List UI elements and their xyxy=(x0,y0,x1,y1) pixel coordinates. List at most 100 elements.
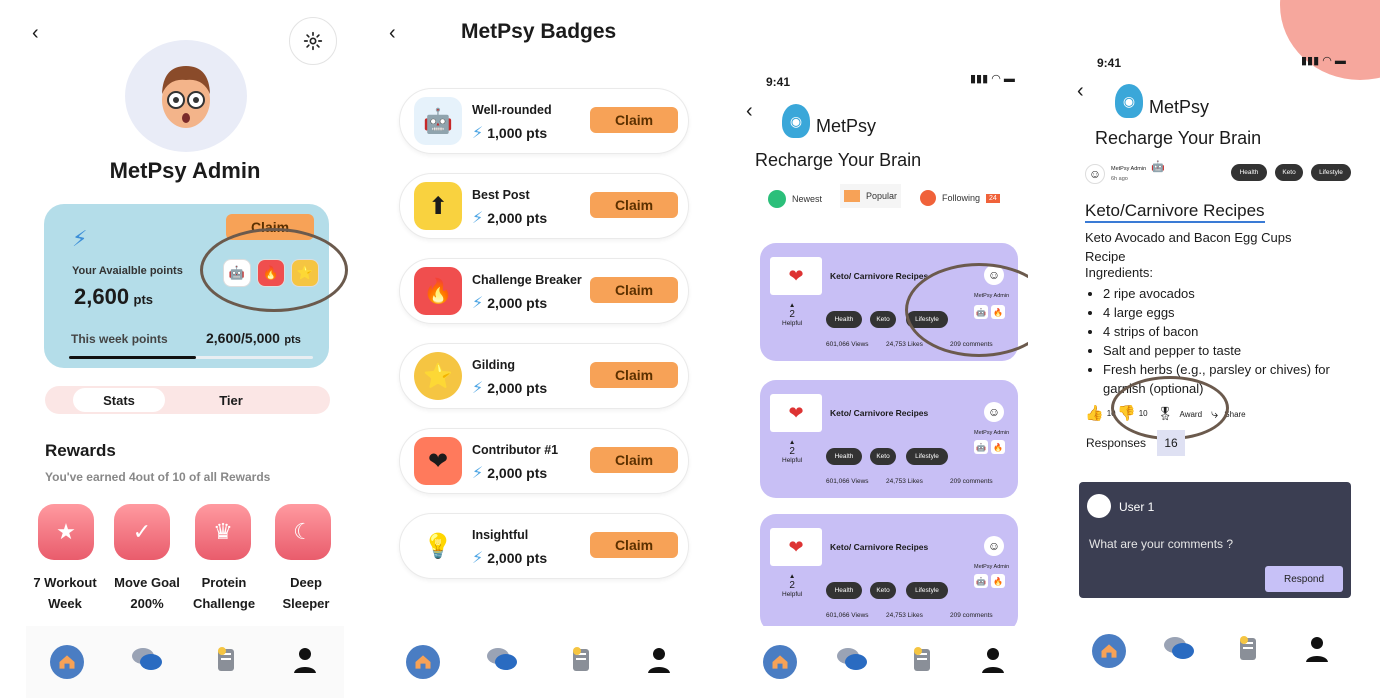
fire-badge-icon: 🔥 xyxy=(991,440,1005,454)
badge-points-value: 2,000 pts xyxy=(487,465,548,481)
home-nav-button[interactable] xyxy=(406,645,441,679)
upvote-arrow-icon: ▲ xyxy=(788,439,796,446)
respond-button[interactable]: Respond xyxy=(1265,566,1343,592)
claim-button[interactable]: Claim xyxy=(590,192,678,218)
chat-bubbles-icon xyxy=(131,647,162,670)
tag-chip[interactable]: Keto xyxy=(870,582,896,599)
tab-stats[interactable]: Stats xyxy=(73,388,165,412)
badge-row: 🤖 Well-rounded ⚡ 1,000 pts Claim xyxy=(399,88,689,154)
post-title: Keto/ Carnivore Recipes xyxy=(830,271,929,281)
post-title: Keto/ Carnivore Recipes xyxy=(830,408,929,418)
available-points-label: Your Avaialble points xyxy=(72,265,183,277)
ingredients-label: Ingredients: xyxy=(1085,265,1153,280)
helpful-counter[interactable]: ▲ 2 Helpful xyxy=(782,572,802,599)
post-card[interactable]: ❤ Keto/ Carnivore Recipes ▲ 2 Helpful ☺ Me… xyxy=(760,380,1018,498)
back-chevron-icon[interactable]: ‹ xyxy=(389,22,396,45)
claim-button[interactable]: Claim xyxy=(590,447,678,473)
tag-chip[interactable]: Lifestyle xyxy=(906,582,948,599)
tag-chip[interactable]: Keto xyxy=(870,448,896,465)
user-icon xyxy=(1305,636,1328,662)
post-card[interactable]: ❤ Keto/ Carnivore Recipes ▲ 2 Helpful ☺ Me… xyxy=(760,243,1028,361)
tab-tier[interactable]: Tier xyxy=(185,388,277,412)
claim-button[interactable]: Claim xyxy=(590,277,678,303)
badge-row: ⬆ Best Post ⚡ 2,000 pts Claim xyxy=(399,173,689,239)
chat-bubbles-icon xyxy=(836,647,867,670)
helpful-label: Helpful xyxy=(782,591,803,598)
status-icons: ▮▮▮ ◠ ▬ xyxy=(970,73,1015,85)
author-badges: 🤖 🔥 xyxy=(974,440,1005,454)
challenges-nav-button[interactable] xyxy=(1232,634,1264,669)
challenges-nav-button[interactable] xyxy=(565,645,597,680)
comment-input[interactable]: What are your comments ? xyxy=(1089,537,1233,551)
home-icon xyxy=(59,655,74,669)
profile-nav-button[interactable] xyxy=(1301,634,1333,669)
comments-count: 209 comments xyxy=(950,478,993,485)
reward-item[interactable]: ✓ xyxy=(114,504,170,560)
responses-count: 16 xyxy=(1157,430,1185,456)
recipe-thumbnail-icon: ❤ xyxy=(770,257,822,295)
badge-row: ⭐ Gilding ⚡ 2,000 pts Claim xyxy=(399,343,689,409)
tag-chip[interactable]: Keto xyxy=(870,311,896,328)
challenges-nav-button[interactable] xyxy=(210,645,242,680)
chat-nav-button[interactable] xyxy=(1163,634,1195,669)
tag-chip[interactable]: Lifestyle xyxy=(1311,164,1351,181)
claim-button[interactable]: Claim xyxy=(590,532,678,558)
ingredient-item: 2 ripe avocados xyxy=(1103,284,1347,303)
home-nav-button[interactable] xyxy=(1091,634,1126,668)
available-points-unit: pts xyxy=(133,292,154,307)
author-avatar: ☺ xyxy=(984,536,1004,556)
tag-chip[interactable]: Health xyxy=(1231,164,1267,181)
back-chevron-icon[interactable]: ‹ xyxy=(746,100,753,123)
author-badges: 🤖 🔥 xyxy=(974,574,1005,588)
badge-points: ⚡ 1,000 pts xyxy=(472,123,547,143)
new-badge-icon xyxy=(768,190,786,208)
tag-chip[interactable]: Health xyxy=(826,448,862,465)
challenges-nav-button[interactable] xyxy=(906,645,938,680)
profile-nav-button[interactable] xyxy=(289,645,321,680)
helpful-counter[interactable]: ▲ 2 Helpful xyxy=(782,301,802,328)
badge-points: ⚡ 2,000 pts xyxy=(472,293,547,313)
likes-count: 24,753 Likes xyxy=(886,478,923,485)
home-nav-button[interactable] xyxy=(49,645,84,679)
settings-button[interactable] xyxy=(289,17,337,65)
back-chevron-icon[interactable]: ‹ xyxy=(1077,80,1084,103)
reward-label-line: Protein xyxy=(201,575,247,590)
comments-count: 209 comments xyxy=(950,612,993,619)
claim-button[interactable]: Claim xyxy=(590,362,678,388)
bottom-nav xyxy=(1073,618,1351,684)
chat-nav-button[interactable] xyxy=(836,645,868,680)
clipboard-icon xyxy=(1239,635,1256,660)
reward-item[interactable]: ♛ xyxy=(195,504,251,560)
claim-button[interactable]: Claim xyxy=(590,107,678,133)
chat-nav-button[interactable] xyxy=(486,645,518,680)
bottom-nav xyxy=(744,626,1028,698)
tag-chip[interactable]: Health xyxy=(826,582,862,599)
tag-chip[interactable]: Lifestyle xyxy=(906,448,948,465)
helpful-counter[interactable]: ▲ 2 Helpful xyxy=(782,438,802,465)
chat-nav-button[interactable] xyxy=(131,645,163,680)
headline: Recharge Your Brain xyxy=(755,150,922,170)
thumbs-up-icon: 👍 xyxy=(1085,405,1104,422)
filter-following[interactable]: Following 24 xyxy=(920,190,1000,206)
profile-nav-button[interactable] xyxy=(977,645,1009,680)
badge-name: Best Post xyxy=(472,188,530,202)
reward-item[interactable]: ★ xyxy=(38,504,94,560)
post-card[interactable]: ❤ Keto/ Carnivore Recipes ▲ 2 Helpful ☺ Me… xyxy=(760,514,1018,632)
tag-chip[interactable]: Keto xyxy=(1275,164,1303,181)
filter-popular[interactable]: Popular xyxy=(840,184,902,208)
views-count: 601,066 Views xyxy=(826,478,869,485)
comment-box: ☺ User 1 What are your comments ? Respon… xyxy=(1079,482,1351,598)
profile-nav-button[interactable] xyxy=(643,645,675,680)
filter-newest[interactable]: Newest xyxy=(768,190,822,208)
back-chevron-icon[interactable]: ‹ xyxy=(32,22,39,45)
heart-robot-badge-icon: ❤ xyxy=(414,437,462,485)
views-count: 601,066 Views xyxy=(826,341,869,348)
reward-item[interactable]: ☾ xyxy=(275,504,331,560)
tag-chip[interactable]: Health xyxy=(826,311,862,328)
lightning-icon: ⚡ xyxy=(472,295,484,312)
badges-screen: ‹ MetPsy Badges 🤖 Well-rounded ⚡ 1,000 pt… xyxy=(383,0,698,698)
stats-tier-toggle: Stats Tier xyxy=(45,386,330,414)
feed-screen: 9:41 ▮▮▮ ◠ ▬ ‹ ◉ MetPsy Recharge Your Br… xyxy=(744,0,1028,698)
badge-points: ⚡ 2,000 pts xyxy=(472,548,547,568)
home-nav-button[interactable] xyxy=(763,645,798,679)
